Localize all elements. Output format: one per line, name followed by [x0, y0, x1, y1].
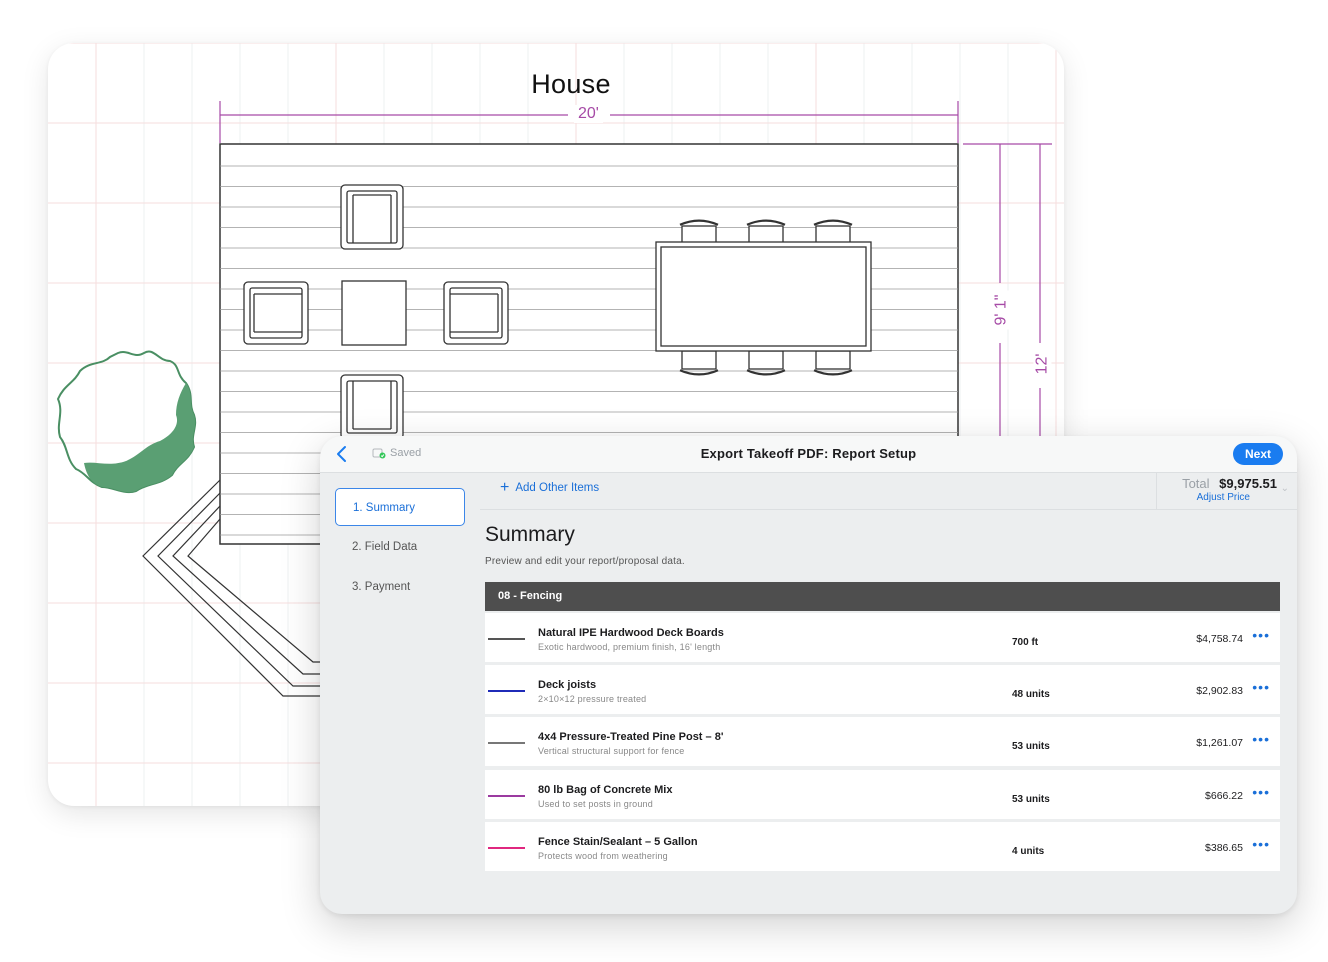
summary-subtitle: Preview and edit your report/proposal da…	[485, 556, 685, 567]
step-payment[interactable]: 3. Payment	[335, 568, 465, 606]
adjust-price-link[interactable]: Adjust Price	[1197, 492, 1250, 503]
dining-table	[655, 219, 872, 376]
summary-heading: Summary	[485, 523, 575, 546]
line-item-row[interactable]: Natural IPE Hardwood Deck Boards Exotic h…	[485, 613, 1280, 662]
item-price: $666.22	[1205, 790, 1243, 802]
item-quantity: 53 units	[1012, 741, 1050, 752]
chevron-down-icon[interactable]: ⌄	[1281, 483, 1289, 494]
tree-symbol	[56, 350, 197, 494]
step-summary[interactable]: 1. Summary	[335, 488, 465, 526]
total-value: $9,975.51	[1219, 476, 1277, 491]
width-dimension-label: 20'	[574, 105, 603, 123]
item-quantity: 4 units	[1012, 846, 1045, 857]
layer-color-swatch	[488, 690, 525, 692]
section-header: 08 - Fencing	[485, 582, 1280, 611]
item-description: Used to set posts in ground	[538, 799, 653, 809]
layer-color-swatch	[488, 742, 525, 744]
summary-content: + Add Other Items Total $9,975.51 Adjust…	[480, 473, 1297, 914]
item-description: Vertical structural support for fence	[538, 746, 685, 756]
item-description: Exotic hardwood, premium finish, 16' len…	[538, 642, 721, 652]
add-other-items-button[interactable]: + Add Other Items	[500, 479, 600, 496]
layer-color-swatch	[488, 638, 525, 640]
item-name: 4x4 Pressure-Treated Pine Post – 8'	[538, 731, 724, 743]
line-item-row[interactable]: Deck joists 2×10×12 pressure treated 48 un…	[485, 665, 1280, 714]
step-field-data[interactable]: 2. Field Data	[335, 528, 465, 566]
layer-color-swatch	[488, 795, 525, 797]
item-price: $1,261.07	[1196, 737, 1243, 749]
more-options-icon[interactable]: •••	[1252, 784, 1270, 800]
top-bar: Saved Export Takeoff PDF: Report Setup N…	[320, 436, 1297, 473]
next-button[interactable]: Next	[1232, 443, 1283, 465]
divider	[480, 509, 1157, 510]
total-label: Total	[1182, 476, 1210, 491]
item-name: Deck joists	[538, 679, 597, 691]
steps-sidebar: 1. Summary 2. Field Data 3. Payment	[320, 473, 480, 914]
item-name: Fence Stain/Sealant – 5 Gallon	[538, 836, 698, 848]
more-options-icon[interactable]: •••	[1252, 627, 1270, 643]
plus-icon: +	[500, 479, 510, 496]
add-other-items-label: Add Other Items	[515, 482, 600, 494]
item-name: Natural IPE Hardwood Deck Boards	[538, 627, 724, 639]
item-price: $386.65	[1205, 842, 1243, 854]
outer-height-dimension-label: 12'	[1033, 349, 1052, 379]
item-quantity: 700 ft	[1012, 637, 1039, 648]
item-price: $2,902.83	[1196, 685, 1243, 697]
panel-title: Export Takeoff PDF: Report Setup	[700, 446, 917, 461]
layer-color-swatch	[488, 847, 525, 849]
item-description: 2×10×12 pressure treated	[538, 694, 647, 704]
more-options-icon[interactable]: •••	[1252, 836, 1270, 852]
item-description: Protects wood from weathering	[538, 851, 668, 861]
item-name: 80 lb Bag of Concrete Mix	[538, 784, 673, 796]
item-quantity: 53 units	[1012, 794, 1050, 805]
inner-height-dimension-label: 9' 1"	[992, 290, 1011, 330]
line-item-row[interactable]: 4x4 Pressure-Treated Pine Post – 8' Verti…	[485, 717, 1280, 766]
item-price: $4,758.74	[1196, 633, 1243, 645]
more-options-icon[interactable]: •••	[1252, 679, 1270, 695]
line-item-row[interactable]: Fence Stain/Sealant – 5 Gallon Protects w…	[485, 822, 1280, 871]
more-options-icon[interactable]: •••	[1252, 731, 1270, 747]
line-item-row[interactable]: 80 lb Bag of Concrete Mix Used to set pos…	[485, 770, 1280, 819]
plan-title: House	[531, 69, 611, 99]
total-box[interactable]: Total $9,975.51 Adjust Price ⌄	[1156, 473, 1297, 510]
item-quantity: 48 units	[1012, 689, 1050, 700]
report-setup-panel: Saved Export Takeoff PDF: Report Setup N…	[320, 436, 1297, 914]
